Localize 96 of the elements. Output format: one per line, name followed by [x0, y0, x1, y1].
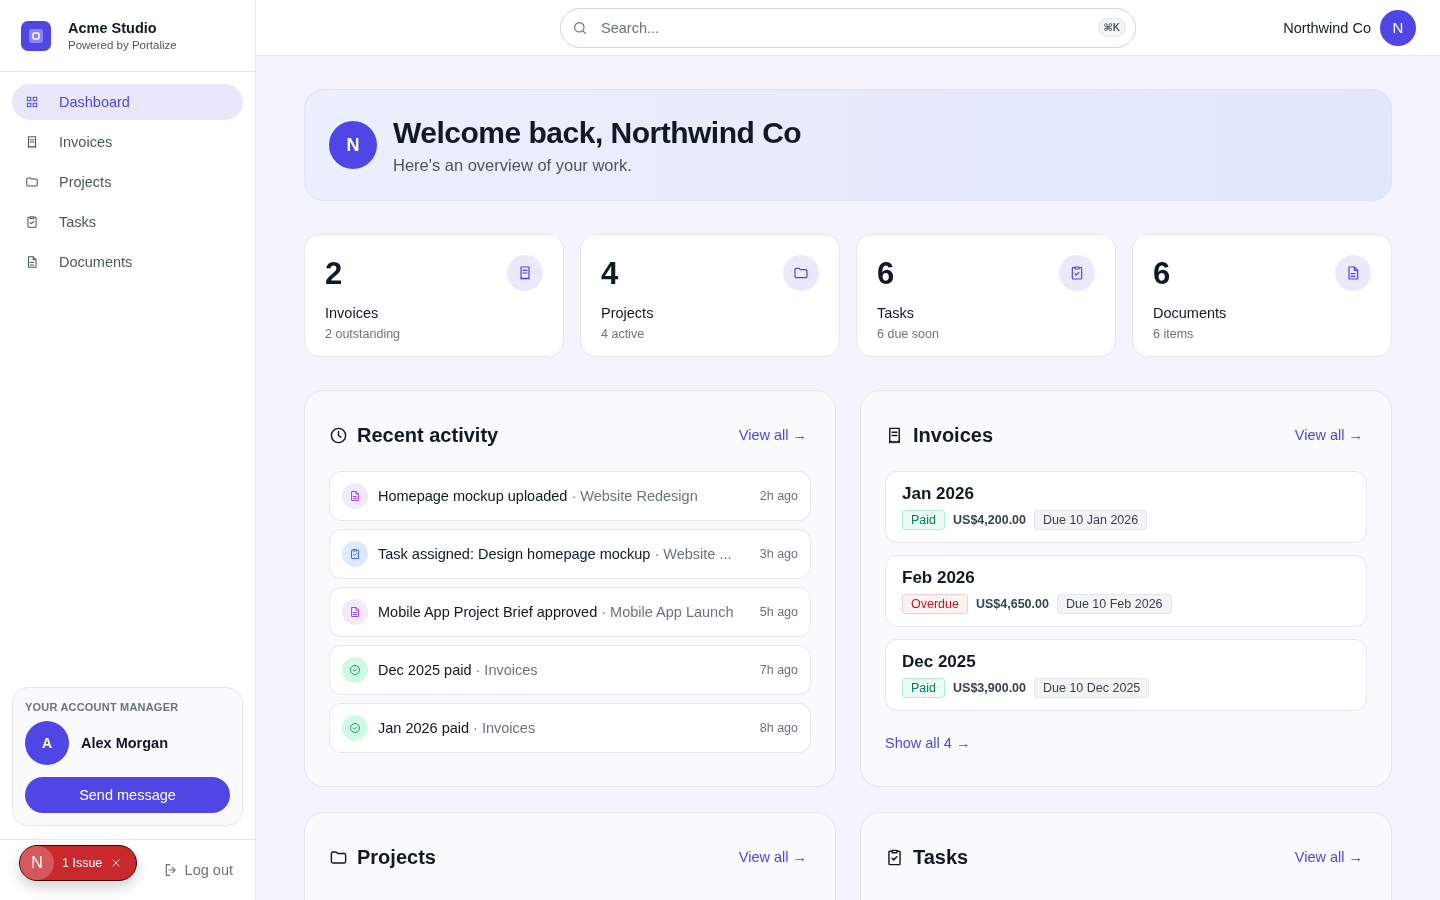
stat-label: Invoices [325, 305, 380, 321]
nav-item[interactable]: Projects [12, 164, 243, 200]
issue-badge[interactable]: N 1 Issue [19, 845, 137, 881]
search-icon [572, 19, 588, 36]
status-badge: Paid [902, 510, 946, 530]
activity-title: Jan 2026 paid [378, 720, 470, 736]
activity-context: · Website Redesign [571, 488, 698, 504]
due-date-tag: Due 10 Feb 2026 [1056, 594, 1172, 614]
show-all-link[interactable]: Show all 4 → [885, 735, 971, 751]
stat-detail: 2 outstanding [325, 327, 402, 341]
invoice-amount: US$4,650.00 [975, 597, 1049, 611]
invoice-period: Feb 2026 [902, 568, 976, 588]
stat-detail: 6 items [1153, 327, 1195, 341]
activity-title: Task assigned: Design homepage mockup [378, 546, 651, 562]
stat-value: 6 [1153, 256, 1171, 292]
brand-name: Acme Studio [68, 20, 158, 36]
avatar: A [25, 721, 69, 765]
activity-item[interactable]: Dec 2025 paid · Invoices 7h ago [329, 645, 811, 695]
invoice-amount: US$3,900.00 [953, 681, 1026, 695]
account-name: Northwind Co [1283, 19, 1371, 36]
stat-card[interactable]: 2 Invoices 2 outstanding [304, 234, 564, 357]
stat-card[interactable]: 6 Tasks 6 due soon [856, 234, 1116, 357]
activity-item[interactable]: Jan 2026 paid · Invoices 8h ago [329, 703, 811, 753]
stat-detail: 4 active [601, 327, 646, 341]
section-label: YOUR ACCOUNT MANAGER [25, 701, 180, 713]
panel-title: Projects [357, 845, 437, 869]
send-message-button[interactable]: Send message [25, 777, 230, 813]
document-icon [349, 606, 361, 618]
activity-title: Dec 2025 paid [378, 662, 472, 678]
activity-time: 2h ago [759, 489, 798, 503]
document-icon [1345, 265, 1361, 281]
activity-context: · Website ... [654, 546, 732, 562]
invoice-card[interactable]: Jan 2026 Paid US$4,200.00 Due 10 Jan 2026 [885, 471, 1367, 543]
stat-value: 6 [877, 256, 895, 292]
activity-item[interactable]: Homepage mockup uploaded · Website Redesign 2h ago [329, 471, 811, 521]
activity-title: Mobile App Project Brief approved [378, 604, 598, 620]
document-icon [349, 490, 361, 502]
nav-item[interactable]: Tasks [12, 204, 243, 240]
activity-context: · Invoices [475, 662, 538, 678]
brand-tagline: Powered by Portalize [68, 39, 177, 51]
activity-time: 3h ago [759, 547, 798, 561]
logo-icon [21, 20, 51, 51]
nav-item[interactable]: Dashboard [12, 84, 243, 120]
clipboard-icon [25, 215, 39, 229]
view-all-link[interactable]: View all → [738, 427, 807, 443]
invoice-period: Dec 2025 [902, 652, 977, 672]
clipboard-icon [1069, 265, 1085, 281]
due-date-tag: Due 10 Jan 2026 [1034, 510, 1148, 530]
activity-context: · Mobile App Launch [601, 604, 734, 620]
user-avatar[interactable]: N [1380, 9, 1416, 46]
activity-item[interactable]: Task assigned: Design homepage mockup · Website ... 3h ago [329, 529, 811, 579]
status-badge: Paid [902, 678, 946, 698]
invoice-card[interactable]: Feb 2026 Overdue US$4,650.00 Due 10 Feb 2026 [885, 555, 1367, 627]
view-all-link[interactable]: View all → [738, 849, 807, 865]
panel-title: Tasks [913, 845, 970, 869]
document-icon [25, 255, 39, 269]
receipt-icon [517, 265, 533, 281]
stat-value: 2 [325, 256, 343, 292]
status-badge: Overdue [902, 594, 968, 614]
activity-title: Homepage mockup uploaded [378, 488, 568, 504]
folder-icon [25, 175, 39, 189]
issue-count: 1 Issue [62, 856, 103, 870]
nav-item[interactable]: Documents [12, 244, 243, 280]
view-all-link[interactable]: View all → [1294, 849, 1363, 865]
logout-link[interactable]: Log out [162, 862, 233, 878]
stat-card[interactable]: 4 Projects 4 active [580, 234, 840, 357]
invoice-period: Jan 2026 [902, 484, 975, 504]
stat-card[interactable]: 6 Documents 6 items [1132, 234, 1392, 357]
view-all-link[interactable]: View all → [1294, 427, 1363, 443]
activity-item[interactable]: Mobile App Project Brief approved · Mobile App Launch 5h ago [329, 587, 811, 637]
welcome-subtitle: Here's an overview of your work. [393, 155, 633, 175]
stat-label: Projects [601, 305, 655, 321]
stat-value: 4 [601, 256, 619, 292]
stat-label: Documents [1153, 305, 1228, 321]
due-date-tag: Due 10 Dec 2025 [1034, 678, 1150, 698]
activity-time: 5h ago [759, 605, 798, 619]
clipboard-icon [349, 548, 361, 560]
panel-title: Recent activity [357, 423, 500, 447]
grid-icon [25, 95, 39, 109]
clock-icon [329, 425, 348, 445]
stat-label: Tasks [877, 305, 916, 321]
badge-letter: N [20, 846, 54, 880]
avatar: N [329, 121, 377, 169]
welcome-title: Welcome back, Northwind Co [393, 115, 802, 150]
stat-detail: 6 due soon [877, 327, 940, 341]
folder-icon [793, 265, 809, 281]
activity-context: · Invoices [473, 720, 536, 736]
manager-name: Alex Morgan [81, 735, 168, 751]
activity-time: 8h ago [759, 721, 798, 735]
clipboard-icon [885, 847, 904, 867]
receipt-icon [25, 135, 39, 149]
activity-time: 7h ago [759, 663, 798, 677]
invoice-card[interactable]: Dec 2025 Paid US$3,900.00 Due 10 Dec 2025 [885, 639, 1367, 711]
nav-item[interactable]: Invoices [12, 124, 243, 160]
invoice-amount: US$4,200.00 [953, 513, 1026, 527]
panel-title: Invoices [913, 423, 995, 447]
